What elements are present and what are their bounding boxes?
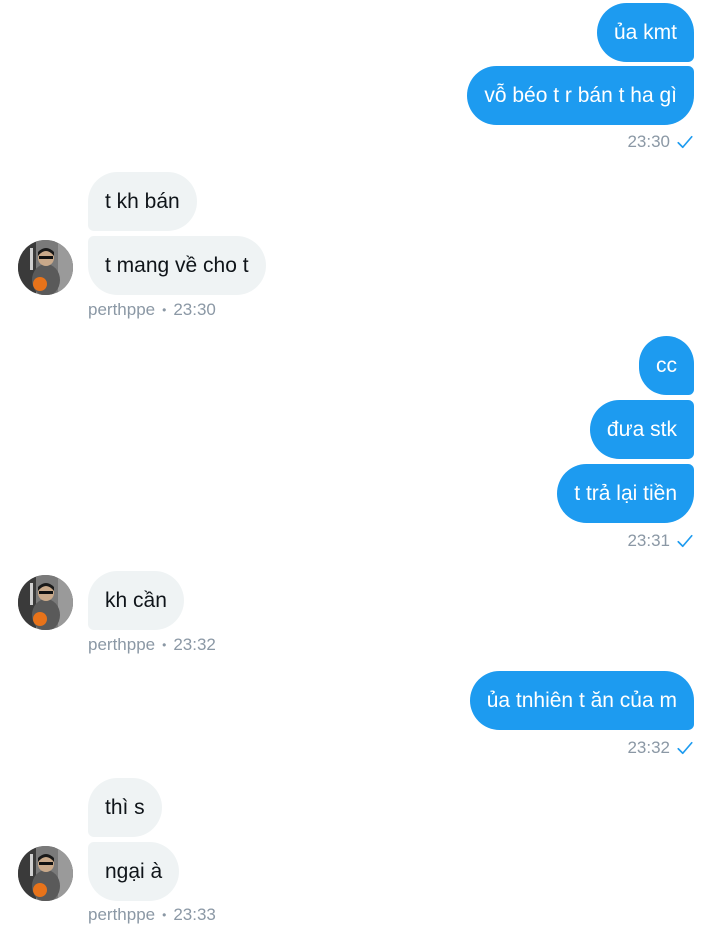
outgoing-message[interactable]: ủa tnhiên t ăn của m [469,671,694,730]
conversation-thread: ủa kmt vỗ béo t r bán t ha gì 23:30 t kh… [0,0,720,926]
user-avatar[interactable] [18,240,73,295]
timestamp: 23:32 [627,738,670,757]
message-text: thì s [105,796,145,819]
avatar-image [18,575,73,630]
separator-dot: • [162,303,167,317]
sender-username: perthppe [88,300,156,319]
user-avatar[interactable] [18,575,73,630]
message-meta: perthppe • 23:30 [88,298,216,322]
outgoing-message[interactable]: ủa kmt [596,3,694,62]
timestamp: 23:32 [173,635,216,654]
message-meta: 23:30 [627,130,694,154]
separator-dot: • [162,638,167,652]
timestamp: 23:33 [173,905,216,924]
avatar-image [18,846,73,901]
outgoing-message[interactable]: cc [639,336,694,395]
message-meta: 23:31 [627,529,694,553]
incoming-message[interactable]: kh cần [88,571,184,630]
message-meta: perthppe • 23:33 [88,903,216,927]
outgoing-message[interactable]: t trả lại tiền [557,464,694,523]
sender-username: perthppe [88,635,156,654]
incoming-message[interactable]: ngại à [88,842,180,901]
message-meta: perthppe • 23:32 [88,633,216,657]
checkmark-icon [677,741,693,755]
avatar-image [18,240,73,295]
outgoing-message[interactable]: vỗ béo t r bán t ha gì [467,66,694,125]
user-avatar[interactable] [18,846,73,901]
incoming-message[interactable]: t kh bán [88,172,197,231]
message-text: ngại à [105,860,163,883]
outgoing-message[interactable]: đưa stk [589,400,694,459]
separator-dot: • [162,908,167,922]
checkmark-icon [677,135,693,149]
message-text: cc [656,354,677,377]
timestamp: 23:31 [627,531,670,550]
message-text: kh cần [105,589,167,612]
message-text: t mang về cho t [105,254,249,277]
timestamp: 23:30 [173,300,216,319]
incoming-message[interactable]: t mang về cho t [88,236,266,295]
message-text: ủa kmt [613,21,677,44]
message-text: t trả lại tiền [574,482,677,505]
incoming-message[interactable]: thì s [88,778,162,837]
message-text: vỗ béo t r bán t ha gì [484,84,677,107]
message-text: đưa stk [606,418,677,441]
sender-username: perthppe [88,905,156,924]
checkmark-icon [677,534,693,548]
message-meta: 23:32 [627,736,694,760]
message-text: t kh bán [105,190,180,213]
message-text: ủa tnhiên t ăn của m [486,689,677,712]
timestamp: 23:30 [627,132,670,151]
